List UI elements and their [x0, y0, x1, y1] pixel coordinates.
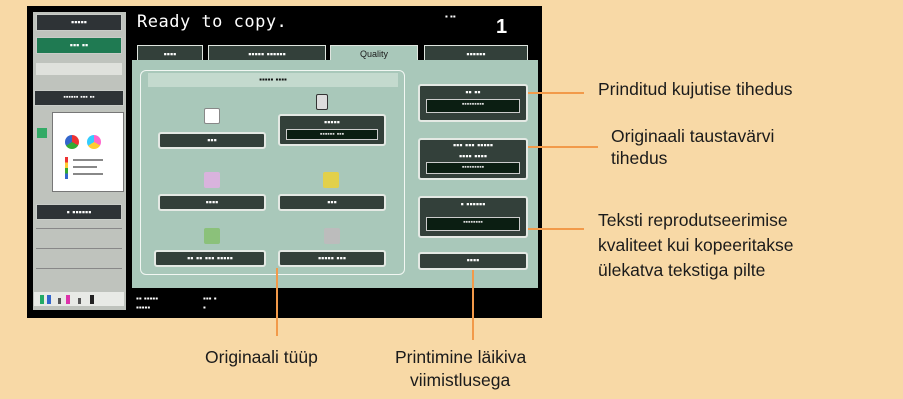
sidebar-top-button[interactable]: ▪▪▪▪▪ — [36, 14, 122, 31]
original-type-photo-button[interactable]: ▪▪▪▪ — [158, 194, 266, 211]
screen-title: Ready to copy. — [137, 12, 288, 32]
text-doc-icon — [204, 108, 220, 124]
original-type-pencil-button[interactable]: ▪▪ ▪▪ ▪▪▪ ▪▪▪▪▪ — [154, 250, 266, 267]
annotation-text-quality-line1: Teksti reprodutseerimise — [598, 210, 788, 230]
annotation-glossy-line2: viimistlusega — [410, 370, 511, 390]
leader-line-text — [528, 228, 584, 230]
original-type-printed-photo-button[interactable]: ▪▪▪▪▪ ▪▪▪▪▪▪ ▪▪▪ — [278, 114, 386, 146]
original-type-copied-button[interactable]: ▪▪▪▪▪ ▪▪▪ — [278, 250, 386, 267]
map-icon — [323, 172, 339, 188]
background-removal-button[interactable]: ▪▪▪ ▪▪▪ ▪▪▪▪▪ ▪▪▪▪ ▪▪▪▪ ▪▪▪▪▪▪▪▪▪ — [418, 138, 528, 180]
annotation-background-density-line2: tihedus — [611, 148, 668, 168]
pencil-icon — [204, 228, 220, 244]
document-preview — [52, 112, 124, 192]
text-enhancement-button[interactable]: ▪ ▪▪▪▪▪▪ ▪▪▪▪▪▪▪▪ — [418, 196, 528, 238]
status-line-2: ▪▪▪▪▪ — [136, 303, 151, 312]
color-wheel-icon — [65, 135, 79, 149]
annotation-text-quality-line3: ülekatva tekstiga pilte — [598, 260, 766, 280]
status-line-1: ▪▪ ▪▪▪▪▪ — [136, 294, 159, 303]
check-job-button[interactable]: ▪ ▪▪▪▪▪▪ — [36, 204, 122, 220]
copy-counter: 1 — [496, 16, 508, 38]
leader-line-glossy — [472, 270, 474, 340]
annotation-glossy-line1: Printimine läikiva — [395, 347, 527, 367]
glossy-button[interactable]: ▪▪▪▪ — [418, 252, 528, 270]
annotation-background-density-line1: Originaali taustavärvi — [611, 126, 775, 146]
leader-line-density — [528, 92, 584, 94]
toner-level-indicator — [34, 292, 124, 306]
annotation-original-type: Originaali tüüp — [205, 347, 318, 367]
original-type-group — [140, 70, 405, 275]
density-button[interactable]: ▪▪ ▪▪ ▪▪▪▪▪▪▪▪▪ — [418, 84, 528, 122]
copy-icon — [324, 228, 340, 244]
original-type-title: ▪▪▪▪▪ ▪▪▪▪ — [148, 73, 398, 87]
sidebar-selected-button[interactable]: ▪▪▪ ▪▪ — [36, 37, 122, 54]
color-wheel-icon — [87, 135, 101, 149]
status-value-2: ▪ — [203, 303, 206, 312]
photo-icon — [204, 172, 220, 188]
status-value-1: ▪▪▪ ▪ — [203, 294, 217, 303]
leader-line-original-type — [276, 268, 278, 336]
corner-badge: ▪ ▪▪ — [445, 12, 456, 21]
annotation-text-quality-line2: kvaliteet kui kopeeritakse — [598, 235, 794, 255]
color-marker-icon — [37, 128, 47, 138]
annotation-print-density: Prinditud kujutise tihedus — [598, 79, 793, 99]
document-label: ▪▪▪▪▪▪ ▪▪▪ ▪▪ — [34, 90, 124, 106]
leader-line-background — [528, 146, 598, 148]
original-type-map-button[interactable]: ▪▪▪ — [278, 194, 386, 211]
printed-photo-icon — [316, 94, 328, 110]
original-type-text-button[interactable]: ▪▪▪ — [158, 132, 266, 149]
